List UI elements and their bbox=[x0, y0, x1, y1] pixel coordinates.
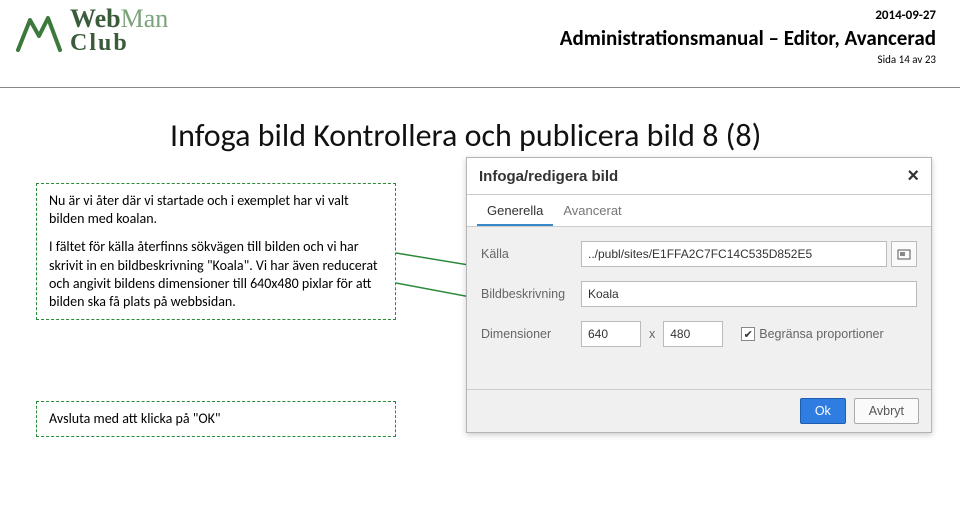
desc-label: Bildbeskrivning bbox=[481, 287, 581, 301]
checkbox-icon: ✔ bbox=[741, 327, 755, 341]
page-number: Sida 14 av 23 bbox=[560, 53, 936, 66]
browse-icon[interactable] bbox=[891, 241, 917, 267]
cancel-button[interactable]: Avbryt bbox=[854, 398, 919, 424]
tab-general[interactable]: Generella bbox=[477, 195, 553, 226]
ok-button[interactable]: Ok bbox=[800, 398, 846, 424]
source-label: Källa bbox=[481, 247, 581, 261]
callout-box-2: Avsluta med att klicka på "OK" bbox=[36, 401, 396, 437]
dim-separator: x bbox=[649, 327, 655, 341]
logo: WebMan Club bbox=[14, 6, 168, 56]
dialog-title: Infoga/redigera bild bbox=[479, 168, 618, 185]
header-right: 2014-09-27 Administrationsmanual – Edito… bbox=[560, 8, 936, 66]
dialog-tabs: Generella Avancerat bbox=[467, 195, 931, 227]
dialog-body: Källa ../publ/sites/E1FFA2C7FC14C535D852… bbox=[467, 227, 931, 371]
image-dialog: Infoga/redigera bild × Generella Avancer… bbox=[466, 157, 932, 433]
doc-title: Administrationsmanual – Editor, Avancera… bbox=[560, 25, 936, 51]
dim-label: Dimensioner bbox=[481, 327, 581, 341]
callout-box-1: Nu är vi åter där vi startade och i exem… bbox=[36, 183, 396, 320]
page-title: Infoga bild Kontrollera och publicera bi… bbox=[170, 116, 960, 155]
tab-advanced[interactable]: Avancerat bbox=[553, 195, 631, 226]
logo-word-2: Man bbox=[121, 4, 169, 33]
page-header: WebMan Club 2014-09-27 Administrationsma… bbox=[0, 0, 960, 88]
close-icon[interactable]: × bbox=[907, 166, 919, 186]
callout-paragraph: Nu är vi åter där vi startade och i exem… bbox=[49, 192, 383, 228]
doc-date: 2014-09-27 bbox=[560, 8, 936, 23]
height-input[interactable]: 480 bbox=[663, 321, 723, 347]
logo-word-3: Club bbox=[70, 32, 168, 55]
width-input[interactable]: 640 bbox=[581, 321, 641, 347]
logo-text: WebMan Club bbox=[70, 7, 168, 54]
constrain-checkbox[interactable]: ✔ Begränsa proportioner bbox=[741, 327, 883, 341]
callout-paragraph: I fältet för källa återfinns sökvägen ti… bbox=[49, 238, 383, 311]
source-input[interactable]: ../publ/sites/E1FFA2C7FC14C535D852E5 bbox=[581, 241, 887, 267]
dialog-titlebar: Infoga/redigera bild × bbox=[467, 158, 931, 195]
callout-text: Avsluta med att klicka på "OK" bbox=[49, 410, 221, 427]
constrain-label: Begränsa proportioner bbox=[759, 327, 883, 341]
logo-word-1: Web bbox=[70, 4, 121, 33]
logo-icon bbox=[14, 6, 64, 56]
desc-input[interactable]: Koala bbox=[581, 281, 917, 307]
dialog-footer: Ok Avbryt bbox=[467, 389, 931, 432]
